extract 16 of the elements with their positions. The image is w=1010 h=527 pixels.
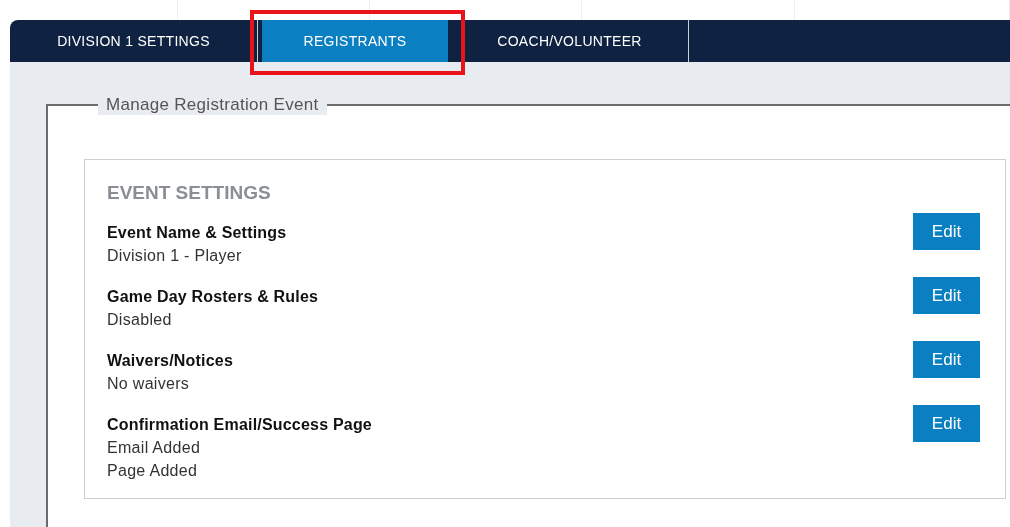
edit-button[interactable]: Edit <box>913 341 980 378</box>
edit-button[interactable]: Edit <box>913 213 980 250</box>
setting-title: Confirmation Email/Success Page <box>107 415 372 435</box>
setting-value: No waivers <box>107 374 191 394</box>
edit-button[interactable]: Edit <box>913 405 980 442</box>
fieldset-legend: Manage Registration Event <box>98 95 327 115</box>
card-heading: EVENT SETTINGS <box>107 182 272 204</box>
setting-value: Page Added <box>107 461 199 481</box>
setting-value: Email Added <box>107 438 202 458</box>
edit-button[interactable]: Edit <box>913 277 980 314</box>
setting-title: Game Day Rosters & Rules <box>107 287 319 307</box>
setting-value: Division 1 - Player <box>107 246 243 266</box>
setting-title: Waivers/Notices <box>107 351 233 371</box>
setting-title: Event Name & Settings <box>107 223 287 243</box>
setting-value: Disabled <box>107 310 173 330</box>
tab[interactable]: REGISTRANTS <box>262 20 449 62</box>
